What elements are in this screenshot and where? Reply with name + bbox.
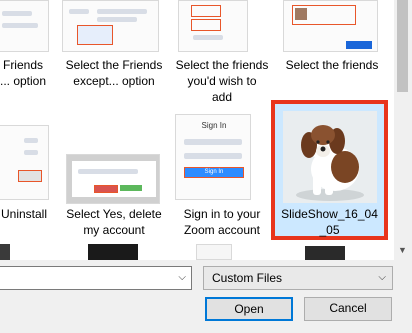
cancel-button[interactable]: Cancel (304, 297, 392, 321)
file-item-slideshow-selected[interactable]: SlideShow_16_04 _05 (271, 100, 388, 240)
thumb-line (97, 17, 137, 22)
thumb-avatar (295, 8, 307, 20)
file-thumb-zoom-signin[interactable]: Sign In Sign In (175, 114, 251, 200)
file-thumb-row3-2[interactable] (88, 244, 138, 260)
thumb-line (97, 9, 147, 14)
file-thumb-row3-4[interactable] (305, 246, 345, 260)
file-thumb-friends-except[interactable] (62, 0, 159, 52)
caption-line: Friends (2, 58, 43, 72)
caption-line: Sign in to your (183, 207, 261, 221)
file-label-friends-wish[interactable]: Select the friends you'd wish to add (170, 57, 274, 105)
file-thumb-row3-3[interactable] (196, 244, 232, 260)
thumb-line (2, 11, 32, 16)
signin-button: Sign In (184, 167, 244, 178)
file-thumb-friends-option[interactable] (0, 0, 49, 52)
file-label-zoom-signin[interactable]: Sign in to your Zoom account (170, 206, 274, 238)
thumb-highlight (77, 25, 113, 45)
caption-line: add (211, 90, 233, 104)
thumb-highlight (191, 5, 221, 17)
thumb-highlight (292, 5, 356, 25)
caption-line: Uninstall (0, 207, 48, 221)
thumb-line (24, 150, 38, 155)
file-thumb-select-friends[interactable] (283, 0, 378, 52)
chevron-down-icon: ⌵ (378, 272, 386, 283)
chevron-down-icon[interactable]: ⌵ (178, 272, 186, 283)
caption-line: SlideShow_16_04 (281, 207, 378, 221)
file-label-friends-except[interactable]: Select the Friends except... option (60, 57, 168, 89)
thumb-line (2, 23, 38, 28)
thumb-highlight (191, 19, 221, 31)
caption-line: Select the friends (175, 58, 269, 72)
caption-line: my account (83, 223, 145, 237)
thumb-highlight (18, 170, 42, 182)
caption-line: ... option (0, 74, 47, 88)
file-label-slideshow: SlideShow_16_04 _05 (275, 206, 384, 238)
caption-line: Select the Friends (65, 58, 163, 72)
caption-line: Select the friends (285, 58, 379, 72)
caption-line: except... option (73, 74, 155, 88)
thumb-button (120, 185, 142, 191)
file-name-input[interactable]: ⌵ (0, 266, 192, 290)
caption-line: you'd wish to (187, 74, 257, 88)
thumb-line (69, 9, 89, 14)
thumb-highlight (94, 185, 118, 193)
file-thumb-uninstall[interactable] (0, 125, 49, 200)
scrollbar-thumb[interactable] (397, 0, 408, 92)
file-thumb-friends-wish[interactable] (178, 0, 248, 52)
puppy-photo (283, 111, 377, 203)
thumb-line (24, 138, 38, 143)
thumb-line (193, 35, 223, 40)
file-thumb-yes-delete[interactable] (66, 154, 160, 204)
caption-line: Select Yes, delete (66, 207, 162, 221)
scroll-down-arrow-icon[interactable]: ▼ (398, 245, 407, 255)
file-label-yes-delete[interactable]: Select Yes, delete my account (60, 206, 168, 238)
file-label-friends-option[interactable]: Friends ... option (0, 57, 48, 89)
signin-title: Sign In (201, 121, 227, 130)
file-label-uninstall[interactable]: Uninstall (0, 206, 50, 222)
file-thumb-row3-1[interactable] (0, 244, 10, 260)
thumb-line (184, 153, 242, 159)
file-label-select-friends[interactable]: Select the friends (280, 57, 384, 73)
file-type-filter-value: Custom Files (212, 271, 283, 285)
file-type-filter-select[interactable]: Custom Files ⌵ (203, 266, 393, 290)
thumb-dialog (72, 161, 156, 197)
thumb-line (184, 139, 242, 145)
thumb-line (78, 169, 138, 174)
thumb-button (346, 41, 372, 49)
open-button[interactable]: Open (205, 297, 293, 321)
caption-line: _05 (319, 223, 340, 237)
file-grid: Friends ... option Select the Friends ex… (0, 0, 394, 260)
caption-line: Zoom account (183, 223, 261, 237)
